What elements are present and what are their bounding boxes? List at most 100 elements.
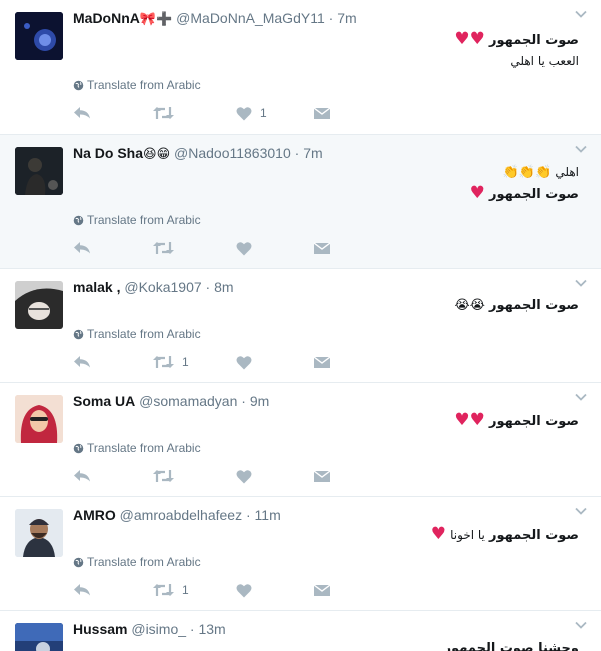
like-button[interactable] bbox=[236, 239, 260, 257]
tweet-item[interactable]: Soma UA @somamadyan · 9m صوت الجمهور ♥♥ … bbox=[0, 382, 601, 496]
globe-icon bbox=[73, 557, 84, 568]
tweet-header: Hussam @isimo_ · 13m bbox=[73, 621, 226, 637]
translate-link[interactable]: Translate from Arabic bbox=[73, 78, 201, 92]
chevron-down-icon[interactable] bbox=[575, 8, 587, 20]
retweet-icon bbox=[153, 242, 174, 254]
tweet-item[interactable]: Hussam @isimo_ · 13m وحشنا صوت الجمهور bbox=[0, 610, 601, 651]
tweet-text-line: صوت الجمهور bbox=[489, 298, 579, 313]
heart-icon bbox=[236, 583, 252, 597]
envelope-icon bbox=[314, 107, 330, 119]
tweet-header: AMRO @amroabdelhafeez · 11m bbox=[73, 507, 281, 523]
direct-message-button[interactable] bbox=[314, 467, 330, 485]
translate-link[interactable]: Translate from Arabic bbox=[73, 555, 201, 569]
tweet-text: اهلي 👏👏👏 صوت الجمهور ♥ bbox=[470, 162, 579, 205]
display-name[interactable]: Soma UA bbox=[73, 393, 135, 409]
translate-link[interactable]: Translate from Arabic bbox=[73, 441, 201, 455]
tweet-text-line: وحشنا صوت الجمهور bbox=[443, 641, 579, 651]
tweet-actions: 1 bbox=[73, 581, 373, 599]
reply-button[interactable] bbox=[73, 467, 91, 485]
translate-link[interactable]: Translate from Arabic bbox=[73, 327, 201, 341]
timeline: MaDoNnA🎀➕ @MaDoNnA_MaGdY11 · 7m صوت الجم… bbox=[0, 0, 601, 651]
handle[interactable]: @somamadyan bbox=[139, 393, 237, 409]
direct-message-button[interactable] bbox=[314, 104, 330, 122]
display-name[interactable]: Hussam bbox=[73, 621, 127, 637]
timestamp[interactable]: 8m bbox=[214, 279, 233, 295]
handle[interactable]: @Nadoo11863010 bbox=[174, 145, 291, 161]
handle[interactable]: @Koka1907 bbox=[124, 279, 201, 295]
clapping-emoji: 👏👏👏 bbox=[502, 165, 552, 180]
display-name[interactable]: AMRO bbox=[73, 507, 116, 523]
name-emoji: 😆😁 bbox=[143, 146, 171, 161]
avatar[interactable] bbox=[15, 623, 63, 651]
timestamp[interactable]: 9m bbox=[250, 393, 269, 409]
tweet-text-line: صوت الجمهور bbox=[489, 187, 579, 202]
display-name[interactable]: MaDoNnA bbox=[73, 10, 140, 26]
like-count: 1 bbox=[260, 106, 267, 120]
timestamp[interactable]: 7m bbox=[303, 145, 322, 161]
tweet-item[interactable]: MaDoNnA🎀➕ @MaDoNnA_MaGdY11 · 7m صوت الجم… bbox=[0, 0, 601, 134]
retweet-icon bbox=[153, 107, 174, 119]
chevron-down-icon[interactable] bbox=[575, 277, 587, 289]
handle[interactable]: @amroabdelhafeez bbox=[120, 507, 242, 523]
reply-button[interactable] bbox=[73, 581, 91, 599]
tweet-text-line: صوت الجمهور bbox=[489, 414, 579, 429]
heart-emoji: ♥ bbox=[469, 183, 485, 203]
translate-link[interactable]: Translate from Arabic bbox=[73, 213, 201, 227]
handle[interactable]: @isimo_ bbox=[131, 621, 186, 637]
tweet-header: MaDoNnA🎀➕ @MaDoNnA_MaGdY11 · 7m bbox=[73, 10, 357, 26]
globe-icon bbox=[73, 215, 84, 226]
chevron-down-icon[interactable] bbox=[575, 619, 587, 631]
reply-icon bbox=[74, 356, 90, 368]
globe-icon bbox=[73, 80, 84, 91]
reply-button[interactable] bbox=[73, 239, 91, 257]
tweet-header: malak , @Koka1907 · 8m bbox=[73, 279, 234, 295]
heart-icon bbox=[236, 355, 252, 369]
reply-button[interactable] bbox=[73, 353, 91, 371]
like-button[interactable] bbox=[236, 467, 260, 485]
reply-icon bbox=[74, 107, 90, 119]
tweet-text-suffix: يا اخونا bbox=[450, 528, 485, 542]
timestamp[interactable]: 11m bbox=[255, 507, 281, 523]
crying-emoji: 😭😭 bbox=[454, 298, 485, 313]
like-button[interactable] bbox=[236, 353, 260, 371]
retweet-button[interactable]: 1 bbox=[153, 581, 189, 599]
avatar[interactable] bbox=[15, 147, 63, 195]
name-emoji: 🎀➕ bbox=[139, 11, 173, 26]
retweet-button[interactable] bbox=[153, 467, 182, 485]
handle[interactable]: @MaDoNnA_MaGdY11 bbox=[176, 10, 325, 26]
avatar[interactable] bbox=[15, 281, 63, 329]
retweet-icon bbox=[153, 356, 174, 368]
display-name[interactable]: Na Do Sha bbox=[73, 145, 143, 161]
avatar[interactable] bbox=[15, 395, 63, 443]
reply-button[interactable] bbox=[73, 104, 91, 122]
tweet-actions bbox=[73, 467, 373, 485]
envelope-icon bbox=[314, 584, 330, 596]
direct-message-button[interactable] bbox=[314, 581, 330, 599]
globe-icon bbox=[73, 443, 84, 454]
direct-message-button[interactable] bbox=[314, 353, 330, 371]
direct-message-button[interactable] bbox=[314, 239, 330, 257]
avatar[interactable] bbox=[15, 509, 63, 557]
retweet-button[interactable]: 1 bbox=[153, 353, 189, 371]
display-name[interactable]: malak , bbox=[73, 279, 120, 295]
like-button[interactable] bbox=[236, 581, 260, 599]
like-button[interactable]: 1 bbox=[236, 104, 267, 122]
chevron-down-icon[interactable] bbox=[575, 505, 587, 517]
chevron-down-icon[interactable] bbox=[575, 143, 587, 155]
retweet-icon bbox=[153, 470, 174, 482]
tweet-text: صوت الجمهور 😭😭 bbox=[455, 296, 579, 316]
heart-emoji: ♥♥ bbox=[454, 410, 485, 430]
retweet-button[interactable] bbox=[153, 239, 182, 257]
tweet-text: صوت الجمهور ♥♥ bbox=[454, 410, 579, 432]
heart-emoji: ♥♥ bbox=[454, 29, 485, 49]
retweet-button[interactable] bbox=[153, 104, 182, 122]
retweet-count: 1 bbox=[182, 355, 189, 369]
timestamp[interactable]: 13m bbox=[198, 621, 225, 637]
tweet-item[interactable]: AMRO @amroabdelhafeez · 11m صوت الجمهور … bbox=[0, 496, 601, 610]
heart-icon bbox=[236, 241, 252, 255]
avatar[interactable] bbox=[15, 12, 63, 60]
tweet-item[interactable]: Na Do Sha😆😁 @Nadoo11863010 · 7m اهلي 👏👏👏… bbox=[0, 134, 601, 268]
chevron-down-icon[interactable] bbox=[575, 391, 587, 403]
tweet-item[interactable]: malak , @Koka1907 · 8m صوت الجمهور 😭😭 Tr… bbox=[0, 268, 601, 382]
timestamp[interactable]: 7m bbox=[337, 10, 356, 26]
